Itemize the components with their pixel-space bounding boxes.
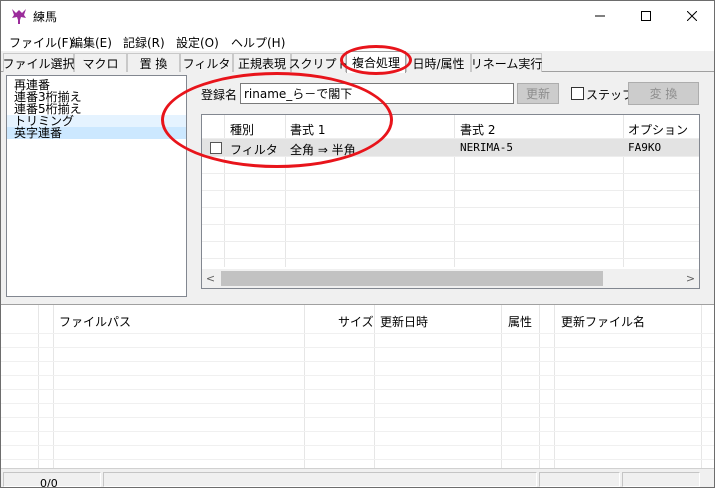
status-panel-count: 0/0 (3, 472, 101, 487)
table-divider (701, 305, 702, 468)
table-divider (1, 375, 714, 376)
tab-datetime-attr[interactable]: 日時/属性 (406, 53, 471, 72)
status-bar: 0/0 (1, 468, 714, 487)
scroll-right-icon[interactable]: > (682, 269, 699, 288)
tab-replace[interactable]: 置 換 (127, 53, 180, 72)
update-button[interactable]: 更新 (517, 83, 559, 104)
status-panel-message (103, 472, 537, 487)
horizontal-scrollbar[interactable]: < > (202, 269, 699, 288)
col-header-new-filename[interactable]: 更新ファイル名 (561, 313, 645, 330)
scroll-left-icon[interactable]: < (202, 269, 219, 288)
col-header-modified[interactable]: 更新日時 (380, 313, 428, 330)
table-divider (304, 305, 305, 468)
table-divider (1, 403, 714, 404)
menu-edit[interactable]: 編集(E) (71, 34, 112, 51)
close-button[interactable] (669, 1, 714, 31)
col-header-attributes[interactable]: 属性 (508, 313, 532, 330)
grid-divider (202, 224, 699, 225)
horse-app-icon (12, 9, 26, 24)
table-divider (501, 305, 502, 468)
cell-format2: NERIMA-5 (460, 141, 513, 154)
window-title: 練馬 (33, 10, 58, 24)
table-divider (1, 431, 714, 432)
table-divider (539, 305, 540, 468)
maximize-button[interactable] (623, 1, 669, 31)
file-list-table[interactable]: ファイルパス サイズ 更新日時 属性 更新ファイル名 (1, 304, 714, 468)
minimize-icon (595, 15, 605, 17)
menu-settings[interactable]: 設定(O) (176, 34, 219, 51)
cell-format1: 全角 ⇒ 半角 (290, 143, 356, 157)
tab-macro[interactable]: マクロ (74, 53, 127, 72)
col-header-size[interactable]: サイズ (338, 313, 374, 330)
table-divider (38, 305, 39, 468)
table-row[interactable]: フィルタ 全角 ⇒ 半角 NERIMA-5 FA9KO (202, 139, 699, 157)
table-divider (554, 305, 555, 468)
tab-file-select[interactable]: ファイル選択 (3, 53, 75, 72)
grid-header-format1[interactable]: 書式 1 (290, 121, 325, 138)
maximize-icon (641, 11, 651, 21)
grid-header-format2[interactable]: 書式 2 (460, 121, 495, 138)
process-grid[interactable]: 種別 書式 1 書式 2 オプション フィルタ 全角 ⇒ 半角 NERIMA-5… (201, 114, 700, 289)
table-divider (1, 361, 714, 362)
minimize-button[interactable] (577, 1, 623, 31)
grid-divider (202, 173, 699, 174)
table-divider (1, 417, 714, 418)
status-panel (539, 472, 620, 487)
table-divider (1, 459, 714, 460)
row-checkbox[interactable] (210, 142, 222, 154)
table-divider (1, 347, 714, 348)
step-checkbox[interactable] (571, 87, 584, 100)
table-divider (1, 389, 714, 390)
menu-bar: ファイル(F) 編集(E) 記録(R) 設定(O) ヘルプ(H) (1, 31, 714, 51)
register-name-label: 登録名 (201, 88, 238, 102)
table-divider (1, 333, 714, 334)
cell-option: FA9KO (628, 141, 662, 154)
table-divider (53, 305, 54, 468)
cell-type: フィルタ (230, 143, 278, 157)
grid-divider (202, 258, 699, 259)
table-divider (374, 305, 375, 468)
grid-divider (202, 207, 699, 208)
status-panel (622, 472, 700, 487)
scroll-thumb[interactable] (221, 271, 603, 286)
convert-button[interactable]: 変 換 (628, 82, 699, 105)
tab-regex[interactable]: 正規表現 (233, 53, 291, 72)
grid-header-type[interactable]: 種別 (230, 121, 254, 138)
step-label: ステップ (586, 88, 635, 102)
title-bar: 練馬 (1, 1, 714, 31)
app-window: 練馬 ファイル(F) 編集(E) 記録(R) 設定(O) ヘルプ(H) ファイル… (0, 0, 715, 488)
table-divider (1, 445, 714, 446)
menu-file[interactable]: ファイル(F) (9, 34, 73, 51)
tab-script[interactable]: スクリプト (289, 53, 349, 72)
menu-help[interactable]: ヘルプ(H) (231, 34, 285, 51)
menu-record[interactable]: 記録(R) (123, 34, 165, 51)
tab-bar: ファイル選択 マクロ 置 換 フィルタ 正規表現 スクリプト 複合処理 日時/属… (1, 51, 714, 73)
list-item-selected[interactable]: 英字連番 (7, 127, 186, 139)
grid-divider (202, 190, 699, 191)
tab-filter[interactable]: フィルタ (180, 53, 233, 72)
grid-header-option[interactable]: オプション (628, 121, 688, 138)
grid-divider (202, 241, 699, 242)
file-count: 0/0 (40, 477, 58, 488)
tab-rename-exec[interactable]: リネーム実行 (471, 53, 542, 72)
tab-compound[interactable]: 複合処理 (346, 51, 406, 73)
register-name-input[interactable] (240, 83, 514, 104)
close-icon (687, 11, 697, 21)
registered-name-list[interactable]: 再連番 連番3桁揃え 連番5桁揃え トリミング 英字連番 (6, 75, 187, 297)
col-header-filepath[interactable]: ファイルパス (59, 313, 131, 330)
